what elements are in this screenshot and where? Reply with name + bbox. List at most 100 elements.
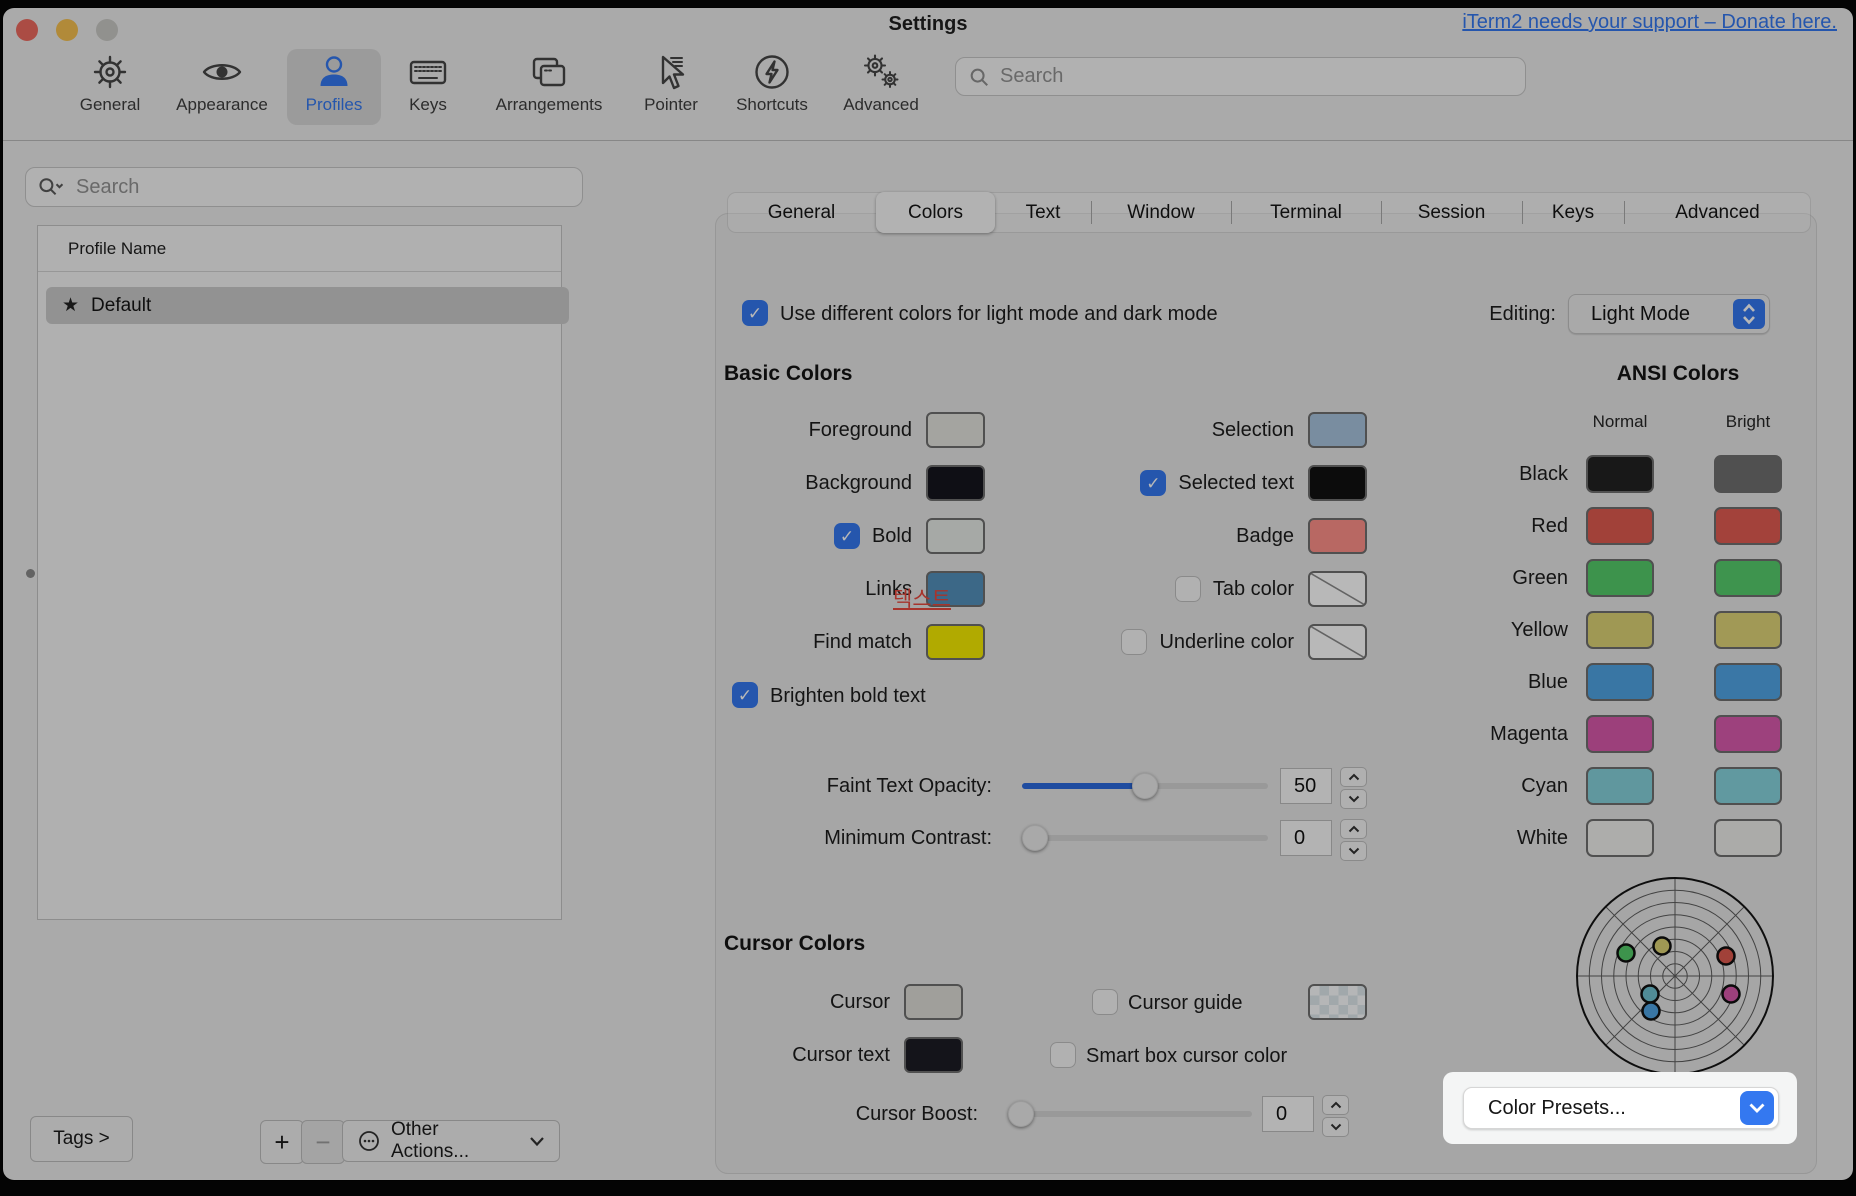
pane-resize-handle[interactable] bbox=[26, 569, 35, 578]
badge-color-well[interactable] bbox=[1308, 518, 1367, 554]
other-actions-label: Other Actions... bbox=[391, 1119, 519, 1163]
wheel-color-dot bbox=[1718, 948, 1735, 965]
tab-terminal[interactable]: Terminal bbox=[1231, 192, 1381, 233]
tab-advanced[interactable]: Advanced bbox=[1624, 192, 1811, 233]
other-actions-dropdown[interactable]: Other Actions... bbox=[342, 1120, 560, 1162]
toolbar-search-input[interactable] bbox=[998, 64, 1513, 89]
toolbar-search-field[interactable] bbox=[955, 57, 1526, 96]
ansi-color-label: Red bbox=[1420, 515, 1568, 538]
toolbar-item-keys[interactable]: Keys bbox=[360, 50, 496, 115]
cyan-bright-color-well[interactable] bbox=[1714, 767, 1782, 805]
foreground-row: Foreground bbox=[560, 412, 985, 448]
toolbar-item-label: Advanced bbox=[843, 95, 919, 115]
faint-slider-knob[interactable] bbox=[1132, 773, 1158, 799]
cursor-guide-color-well[interactable] bbox=[1308, 984, 1367, 1020]
white-normal-color-well[interactable] bbox=[1586, 819, 1654, 857]
minimum-contrast-slider[interactable] bbox=[1022, 835, 1268, 841]
yellow-bright-color-well[interactable] bbox=[1714, 611, 1782, 649]
magenta-bright-color-well[interactable] bbox=[1714, 715, 1782, 753]
cursor-boost-slider[interactable] bbox=[1008, 1111, 1252, 1117]
magenta-normal-color-well[interactable] bbox=[1586, 715, 1654, 753]
underline-color-checkbox[interactable] bbox=[1121, 629, 1147, 655]
ansi-row-green: Green bbox=[1420, 559, 1782, 597]
ansi-row-yellow: Yellow bbox=[1420, 611, 1782, 649]
tab-color-label: Tab color bbox=[1213, 578, 1294, 601]
yellow-normal-color-well[interactable] bbox=[1586, 611, 1654, 649]
selected-text-color-well[interactable] bbox=[1308, 465, 1367, 501]
green-bright-color-well[interactable] bbox=[1714, 559, 1782, 597]
blue-normal-color-well[interactable] bbox=[1586, 663, 1654, 701]
add-profile-button[interactable]: + bbox=[260, 1120, 304, 1164]
wheel-color-dot bbox=[1642, 986, 1659, 1003]
green-normal-color-well[interactable] bbox=[1586, 559, 1654, 597]
underline-color-color-well[interactable] bbox=[1308, 624, 1367, 660]
cyan-normal-color-well[interactable] bbox=[1586, 767, 1654, 805]
selection-row: Selection bbox=[940, 412, 1367, 448]
black-bright-color-well[interactable] bbox=[1714, 455, 1782, 493]
tags-button[interactable]: Tags > bbox=[30, 1116, 133, 1162]
stepper-down-icon[interactable] bbox=[1340, 841, 1367, 861]
tab-general[interactable]: General bbox=[727, 192, 876, 233]
profile-row-default[interactable]: ★ Default bbox=[46, 287, 569, 324]
toolbar-divider bbox=[3, 140, 1853, 141]
contrast-slider-knob[interactable] bbox=[1022, 825, 1048, 851]
chevron-down-icon[interactable] bbox=[1740, 1091, 1774, 1125]
cursor-text-color-row: Cursor text bbox=[560, 1037, 963, 1073]
selection-color-well[interactable] bbox=[1308, 412, 1367, 448]
toolbar-item-advanced[interactable]: Advanced bbox=[813, 50, 949, 115]
blue-bright-color-well[interactable] bbox=[1714, 663, 1782, 701]
minimum-contrast-value[interactable]: 0 bbox=[1280, 820, 1332, 856]
color-presets-label: Color Presets... bbox=[1488, 1097, 1626, 1120]
stepper-up-icon[interactable] bbox=[1340, 767, 1367, 787]
brighten-bold-text-label: Brighten bold text bbox=[770, 685, 926, 708]
red-normal-color-well[interactable] bbox=[1586, 507, 1654, 545]
keyboard-icon bbox=[406, 50, 450, 94]
donate-link[interactable]: iTerm2 needs your support – Donate here. bbox=[1462, 11, 1837, 34]
cursor-guide-checkbox[interactable] bbox=[1092, 989, 1118, 1015]
cursor-boost-value[interactable]: 0 bbox=[1262, 1096, 1314, 1132]
tab-color-color-well[interactable] bbox=[1308, 571, 1367, 607]
profile-list-column-header: Profile Name bbox=[68, 239, 166, 259]
toolbar-item-label: Keys bbox=[409, 95, 447, 115]
profile-list[interactable]: Profile Name ★ Default bbox=[37, 225, 562, 920]
cursor-boost-stepper[interactable] bbox=[1322, 1095, 1349, 1137]
tab-text[interactable]: Text bbox=[995, 192, 1091, 233]
cursor-text-color-well[interactable] bbox=[904, 1037, 963, 1073]
underline-color-row: Underline color bbox=[940, 624, 1367, 660]
tab-colors[interactable]: Colors bbox=[876, 192, 995, 233]
ansi-colors-heading: ANSI Colors bbox=[1568, 362, 1788, 386]
cursor-boost-knob[interactable] bbox=[1008, 1101, 1034, 1127]
contrast-stepper[interactable] bbox=[1340, 819, 1367, 861]
color-presets-dropdown[interactable]: Color Presets... bbox=[1463, 1087, 1779, 1129]
chevron-up-down-icon bbox=[1733, 299, 1765, 329]
bold-checkbox[interactable] bbox=[834, 523, 860, 549]
profile-tabs: GeneralColorsTextWindowTerminalSessionKe… bbox=[727, 192, 1811, 233]
cursor-color-well[interactable] bbox=[904, 984, 963, 1020]
black-normal-color-well[interactable] bbox=[1586, 455, 1654, 493]
badge-label: Badge bbox=[1236, 525, 1294, 548]
editing-mode-popup[interactable]: Light Mode bbox=[1568, 294, 1770, 334]
stepper-down-icon[interactable] bbox=[1340, 789, 1367, 809]
white-bright-color-well[interactable] bbox=[1714, 819, 1782, 857]
tab-window[interactable]: Window bbox=[1091, 192, 1231, 233]
remove-profile-button[interactable]: − bbox=[301, 1120, 345, 1164]
profile-filter-input[interactable] bbox=[74, 175, 572, 200]
selected-text-checkbox[interactable] bbox=[1140, 470, 1166, 496]
faint-text-opacity-value[interactable]: 50 bbox=[1280, 768, 1332, 804]
red-bright-color-well[interactable] bbox=[1714, 507, 1782, 545]
faint-stepper[interactable] bbox=[1340, 767, 1367, 809]
stepper-down-icon[interactable] bbox=[1322, 1117, 1349, 1137]
pointer-icon bbox=[649, 50, 693, 94]
gears-icon bbox=[859, 50, 903, 94]
tab-color-checkbox[interactable] bbox=[1175, 576, 1201, 602]
smart-box-cursor-checkbox[interactable] bbox=[1050, 1042, 1076, 1068]
tab-session[interactable]: Session bbox=[1381, 192, 1522, 233]
use-different-colors-checkbox[interactable] bbox=[742, 300, 768, 326]
profile-filter-field[interactable] bbox=[25, 167, 583, 207]
stepper-up-icon[interactable] bbox=[1340, 819, 1367, 839]
toolbar-item-arrangements[interactable]: Arrangements bbox=[481, 50, 617, 115]
brighten-bold-text-checkbox[interactable] bbox=[732, 682, 758, 708]
stepper-up-icon[interactable] bbox=[1322, 1095, 1349, 1115]
tab-keys[interactable]: Keys bbox=[1522, 192, 1624, 233]
faint-text-opacity-label: Faint Text Opacity: bbox=[620, 775, 992, 798]
